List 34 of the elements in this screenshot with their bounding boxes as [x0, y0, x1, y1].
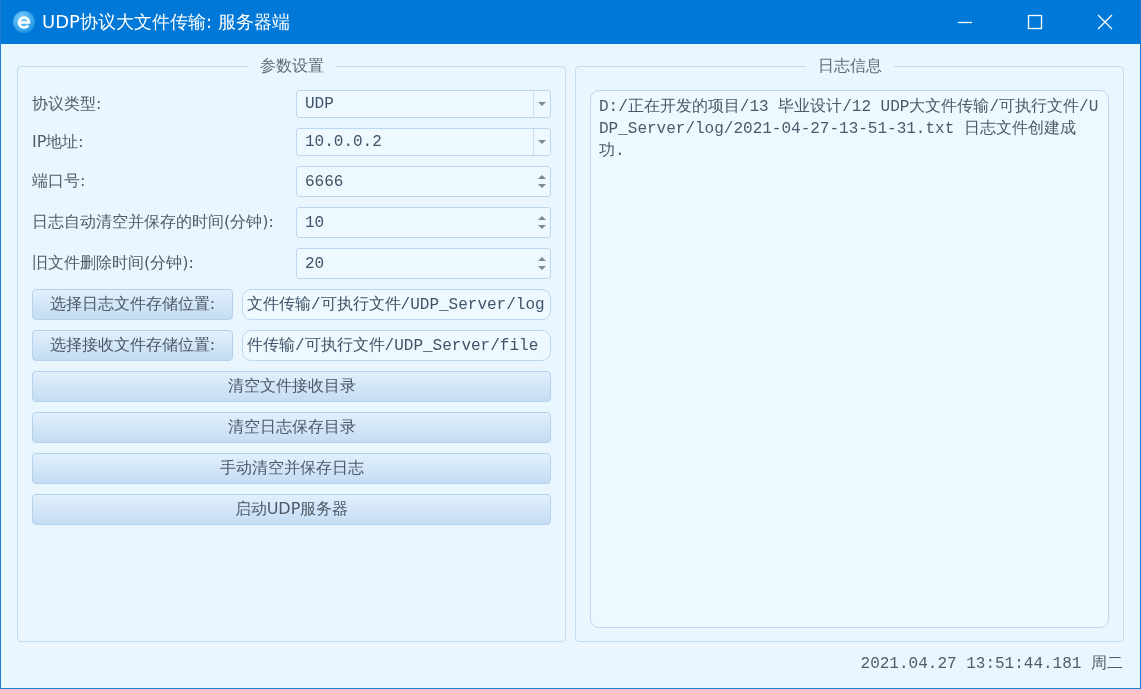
- caret-down-icon[interactable]: [538, 140, 546, 144]
- caret-up-icon[interactable]: [538, 257, 546, 261]
- path-field[interactable]: 件传输/可执行文件/UDP_Server/file: [242, 330, 551, 361]
- field-label: IP地址:: [32, 131, 85, 153]
- log-text-area[interactable]: D:/正在开发的项目/13 毕业设计/12 UDP大文件传输/可执行文件/UDP_Server/log/2021-04-27-13-51-31.txt 日志文件创建成功.: [590, 90, 1109, 628]
- caret-down-icon[interactable]: [538, 184, 546, 188]
- maximize-icon[interactable]: [1027, 14, 1043, 30]
- spin-box[interactable]: 20: [296, 248, 551, 279]
- caret-up-icon[interactable]: [538, 216, 546, 220]
- status-datetime: 2021.04.27 13:51:44.181 周二: [860, 653, 1123, 674]
- spin-box[interactable]: 6666: [296, 166, 551, 197]
- dropdown[interactable]: UDP: [296, 90, 551, 118]
- action-button[interactable]: 手动清空并保存日志: [32, 453, 551, 484]
- action-button[interactable]: 清空日志保存目录: [32, 412, 551, 443]
- choose-folder-button[interactable]: 选择日志文件存储位置:: [32, 289, 233, 320]
- close-icon[interactable]: [1097, 14, 1113, 30]
- field-label: 端口号:: [32, 171, 87, 192]
- group-title: 日志信息: [816, 56, 883, 76]
- caret-down-icon[interactable]: [538, 225, 546, 229]
- group-title: 参数设置: [258, 56, 325, 76]
- choose-folder-button[interactable]: 选择接收文件存储位置:: [32, 330, 233, 361]
- action-button[interactable]: 清空文件接收目录: [32, 371, 551, 402]
- path-field[interactable]: 文件传输/可执行文件/UDP_Server/log: [242, 289, 551, 320]
- caret-down-icon[interactable]: [538, 266, 546, 270]
- app-logo-icon: [13, 11, 35, 33]
- action-button[interactable]: 启动UDP服务器: [32, 494, 551, 525]
- spin-box[interactable]: 10: [296, 207, 551, 238]
- field-label: 日志自动清空并保存的时间(分钟):: [32, 212, 275, 233]
- field-label: 协议类型:: [32, 93, 103, 115]
- window-title: UDP协议大文件传输: 服务器端: [42, 10, 290, 34]
- caret-down-icon[interactable]: [538, 102, 546, 106]
- field-label: 旧文件删除时间(分钟):: [32, 253, 195, 274]
- caret-up-icon[interactable]: [538, 175, 546, 179]
- dropdown[interactable]: 10.0.0.2: [296, 128, 551, 156]
